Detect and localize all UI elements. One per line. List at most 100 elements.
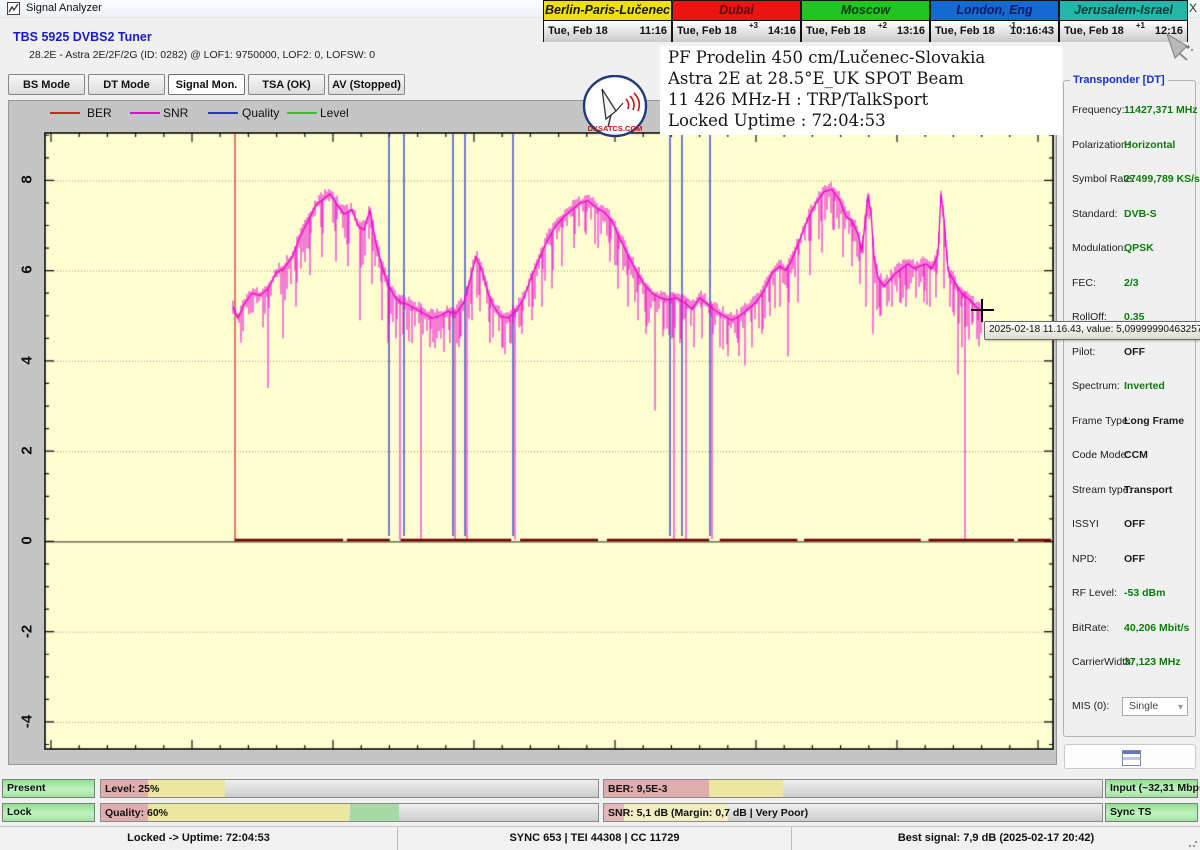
progress-segment bbox=[148, 804, 349, 821]
legend-swatch-level bbox=[287, 112, 317, 114]
legend-label-ber: BER bbox=[87, 106, 112, 120]
tuner-info: 28.2E - Astra 2E/2F/2G (ID: 0282) @ LOF1… bbox=[29, 49, 375, 61]
tp-label-8: Spectrum: bbox=[1072, 380, 1120, 392]
chevron-down-icon: ▾ bbox=[1178, 699, 1183, 716]
tp-label-5: FEC: bbox=[1072, 277, 1096, 289]
clock-time-row: Tue, Feb 18+213:16 bbox=[802, 21, 929, 42]
caption-line: PF Prodelin 450 cm/Lučenec-Slovakia bbox=[668, 48, 1060, 69]
clock-time-row: Tue, Feb 18+314:16 bbox=[673, 21, 800, 42]
tab-av-stopped-[interactable]: AV (Stopped) bbox=[328, 74, 405, 95]
tp-value-3: DVB-S bbox=[1124, 208, 1157, 220]
tp-value-11: Transport bbox=[1124, 484, 1172, 496]
clock-time: 11:16 bbox=[639, 25, 667, 37]
tp-label-10: Code Mode: bbox=[1072, 449, 1129, 461]
tab-signal-mon-[interactable]: Signal Mon. bbox=[168, 74, 245, 95]
clock-city: Jerusalem-Israel bbox=[1060, 1, 1187, 21]
tp-value-13: OFF bbox=[1124, 553, 1145, 565]
tp-label-0: Frequency: bbox=[1072, 104, 1125, 116]
clock-utc-offset: +2 bbox=[878, 21, 887, 30]
clock-date: Tue, Feb 18 bbox=[935, 25, 995, 37]
mis-label: MIS (0): bbox=[1072, 700, 1109, 712]
tp-label-4: Modulation: bbox=[1072, 242, 1126, 254]
progress-segment bbox=[350, 804, 400, 821]
clock-time-row: Tue, Feb 18-110:16:43 bbox=[931, 21, 1058, 42]
mis-value: Single bbox=[1129, 700, 1158, 712]
close-icon[interactable]: X bbox=[1186, 1, 1200, 15]
y-tick-label: -4 bbox=[19, 702, 36, 742]
crosshair-cursor bbox=[971, 309, 994, 311]
tp-value-15: 40,206 Mbit/s bbox=[1124, 622, 1189, 634]
tp-label-9: Frame Type: bbox=[1072, 415, 1131, 427]
tp-label-15: BitRate: bbox=[1072, 622, 1109, 634]
status-best-signal: Best signal: 7,9 dB (2025-02-17 20:42) bbox=[792, 827, 1200, 850]
tp-label-13: NPD: bbox=[1072, 553, 1097, 565]
tp-value-4: QPSK bbox=[1124, 242, 1154, 254]
clock-date: Tue, Feb 18 bbox=[806, 25, 866, 37]
tp-label-7: Pilot: bbox=[1072, 346, 1095, 358]
tab-dt-mode[interactable]: DT Mode bbox=[88, 74, 165, 95]
tp-label-14: RF Level: bbox=[1072, 587, 1117, 599]
clock-city: Dubai bbox=[673, 1, 800, 21]
resize-grip[interactable] bbox=[1188, 838, 1198, 848]
window-title: Signal Analyzer bbox=[26, 2, 102, 14]
tp-value-16: 37,123 MHz bbox=[1124, 656, 1181, 668]
value-tooltip: 2025-02-18 11.16.43, value: 5,0999999046… bbox=[984, 321, 1200, 340]
badge-present: Present bbox=[2, 779, 95, 798]
clock-time: 10:16:43 bbox=[1010, 25, 1054, 37]
clock-date: Tue, Feb 18 bbox=[677, 25, 737, 37]
tp-value-10: CCM bbox=[1124, 449, 1148, 461]
legend-label-level: Level bbox=[320, 106, 349, 120]
legend-swatch-ber bbox=[50, 112, 80, 114]
tp-value-8: Inverted bbox=[1124, 380, 1165, 392]
clock-time: 14:16 bbox=[768, 25, 796, 37]
progress-label: SNR: 5,1 dB (Margin: 0,7 dB | Very Poor) bbox=[608, 805, 808, 821]
satellite-dish-icon bbox=[1157, 26, 1199, 62]
tab-bs-mode[interactable]: BS Mode bbox=[8, 74, 85, 95]
clock-date: Tue, Feb 18 bbox=[1064, 25, 1124, 37]
status-sync-counts: SYNC 653 | TEI 44308 | CC 11729 bbox=[398, 827, 792, 850]
world-clock-strip: Berlin-Paris-LučenecTue, Feb 1811:16Duba… bbox=[543, 0, 1189, 43]
clock-0: Berlin-Paris-LučenecTue, Feb 1811:16 bbox=[543, 0, 672, 42]
progress-ber: BER: 9,5E-3 bbox=[603, 779, 1103, 798]
clock-3: London, EngTue, Feb 18-110:16:43 bbox=[930, 0, 1059, 42]
signal-analyzer-window: Signal Analyzer TBS 5925 DVBS2 Tuner 28.… bbox=[0, 0, 1200, 850]
y-tick-label: 4 bbox=[19, 341, 36, 381]
clock-1: DubaiTue, Feb 18+314:16 bbox=[672, 0, 801, 42]
y-tick-label: 8 bbox=[19, 160, 36, 200]
status-bar: Locked -> Uptime: 72:04:53 SYNC 653 | TE… bbox=[0, 826, 1200, 850]
clock-utc-offset: +1 bbox=[1136, 21, 1145, 30]
mis-dropdown[interactable]: Single ▾ bbox=[1122, 697, 1188, 716]
y-tick-label: -2 bbox=[19, 612, 36, 652]
clock-city: London, Eng bbox=[931, 1, 1058, 21]
progress-snr: SNR: 5,1 dB (Margin: 0,7 dB | Very Poor) bbox=[603, 803, 1103, 822]
clock-2: MoscowTue, Feb 18+213:16 bbox=[801, 0, 930, 42]
legend-swatch-snr bbox=[130, 112, 160, 114]
tp-label-1: Polarization: bbox=[1072, 139, 1130, 151]
tp-value-14: -53 dBm bbox=[1124, 587, 1165, 599]
badge-sync-ts: Sync TS bbox=[1105, 803, 1198, 822]
tp-value-5: 2/3 bbox=[1124, 277, 1139, 289]
caption-line: Astra 2E at 28.5°E_UK SPOT Beam bbox=[668, 69, 1060, 90]
app-icon bbox=[7, 2, 20, 15]
status-uptime: Locked -> Uptime: 72:04:53 bbox=[0, 827, 398, 850]
tp-value-2: 27499,789 KS/s bbox=[1124, 173, 1200, 185]
caption-line: Locked Uptime : 72:04:53 bbox=[668, 111, 1060, 132]
clock-city: Moscow bbox=[802, 1, 929, 21]
tuner-name: TBS 5925 DVBS2 Tuner bbox=[13, 30, 152, 44]
progress-level: Level: 25% bbox=[100, 779, 599, 798]
legend-swatch-quality bbox=[208, 112, 238, 114]
progress-label: BER: 9,5E-3 bbox=[608, 781, 668, 797]
tp-label-12: ISSYI bbox=[1072, 518, 1099, 530]
tp-value-0: 11427,371 MHz bbox=[1124, 104, 1198, 116]
tab-tsa-ok-[interactable]: TSA (OK) bbox=[248, 74, 325, 95]
stream-list-button[interactable] bbox=[1064, 744, 1196, 769]
signal-chart[interactable] bbox=[44, 132, 1054, 750]
legend-label-snr: SNR bbox=[163, 106, 188, 120]
progress-label: Level: 25% bbox=[105, 781, 159, 797]
tp-value-7: OFF bbox=[1124, 346, 1145, 358]
tp-value-9: Long Frame bbox=[1124, 415, 1184, 427]
progress-segment bbox=[148, 780, 225, 797]
logo-text: DXSATCS.COM bbox=[588, 124, 643, 133]
tp-label-11: Stream type: bbox=[1072, 484, 1132, 496]
tp-label-3: Standard: bbox=[1072, 208, 1118, 220]
